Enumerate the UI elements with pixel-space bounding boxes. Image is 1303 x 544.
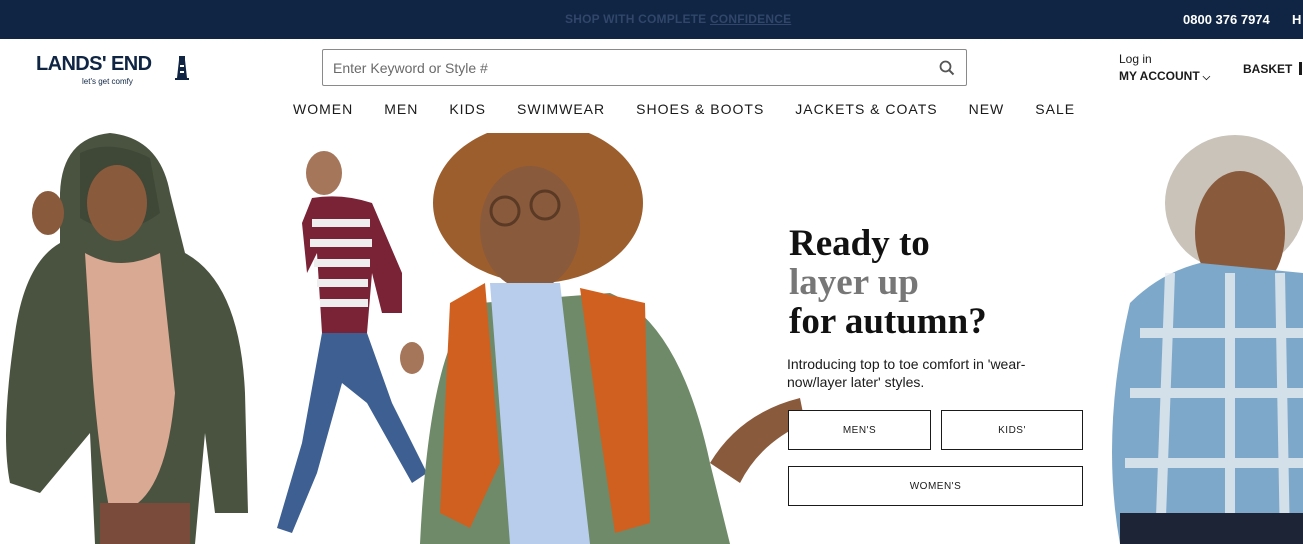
nav-item-swimwear[interactable]: SWIMWEAR <box>517 101 605 117</box>
chevron-down-icon: ⌵ <box>1202 72 1211 83</box>
help-link[interactable]: H <box>1292 12 1301 27</box>
brand-logo[interactable]: LANDS' END let's get comfy <box>36 53 196 89</box>
search-box <box>322 49 967 86</box>
my-account-label: MY ACCOUNT <box>1119 69 1200 83</box>
my-account-menu[interactable]: MY ACCOUNT ⌵ <box>1119 69 1210 83</box>
model-woman-plaid-image <box>1112 135 1303 544</box>
hero-subtext: Introducing top to toe comfort in 'wear-… <box>787 356 1026 390</box>
headline-line-1: Ready to <box>789 223 930 264</box>
promo-link[interactable]: CONFIDENCE <box>710 12 791 26</box>
promo-text: SHOP WITH COMPLETE <box>565 12 707 26</box>
logo-wordmark: LANDS' END <box>36 53 152 75</box>
model-man-striped-image <box>277 151 427 533</box>
shop-mens-button[interactable]: MEN'S <box>788 410 931 450</box>
nav-item-men[interactable]: MEN <box>384 101 418 117</box>
nav-item-women[interactable]: WOMEN <box>293 101 353 117</box>
lighthouse-icon <box>175 56 189 80</box>
nav-item-sale[interactable]: SALE <box>1035 101 1075 117</box>
search-icon[interactable] <box>939 60 955 76</box>
phone-number[interactable]: 0800 376 7974 <box>1183 12 1270 27</box>
headline-line-2: layer up <box>789 262 919 303</box>
nav-item-new[interactable]: NEW <box>969 101 1005 117</box>
login-link[interactable]: Log in <box>1119 52 1152 66</box>
promo-bar: SHOP WITH COMPLETE CONFIDENCE 0800 376 7… <box>0 0 1303 39</box>
shop-womens-button[interactable]: WOMEN'S <box>788 466 1083 506</box>
basket-icon[interactable] <box>1299 62 1302 75</box>
basket-link[interactable]: BASKET <box>1243 62 1292 76</box>
hero-headline: Ready to layer up for autumn? <box>789 224 987 341</box>
promo-message[interactable]: SHOP WITH COMPLETE CONFIDENCE <box>565 12 791 26</box>
logo-tagline: let's get comfy <box>82 77 133 86</box>
main-navigation: WOMEN MEN KIDS SWIMWEAR SHOES & BOOTS JA… <box>293 101 1106 117</box>
shop-kids-button[interactable]: KIDS' <box>941 410 1083 450</box>
model-woman-puffer-image <box>6 133 248 544</box>
headline-line-3: for autumn? <box>789 301 987 342</box>
nav-item-kids[interactable]: KIDS <box>449 101 486 117</box>
hero-banner[interactable] <box>0 133 1303 544</box>
search-input[interactable] <box>333 58 923 78</box>
nav-item-shoes-boots[interactable]: SHOES & BOOTS <box>636 101 764 117</box>
nav-item-jackets-coats[interactable]: JACKETS & COATS <box>795 101 937 117</box>
model-woman-scarf-image <box>420 133 805 544</box>
